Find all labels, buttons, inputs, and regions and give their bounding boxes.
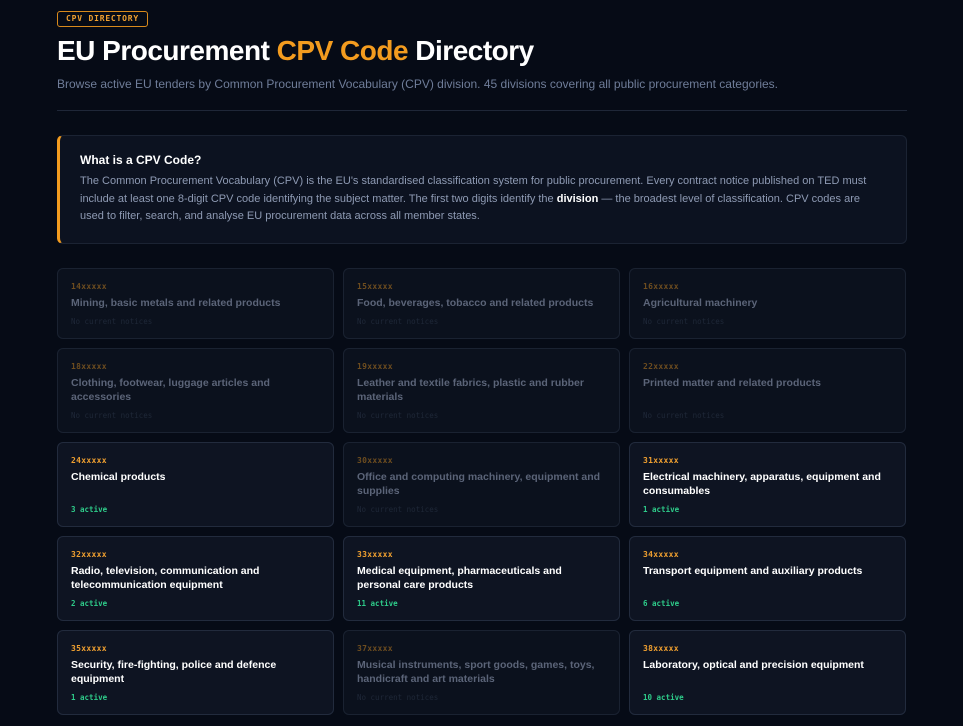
- division-code: 32xxxxx: [71, 550, 107, 559]
- division-code: 33xxxxx: [357, 550, 393, 559]
- division-status: No current notices: [71, 411, 153, 420]
- division-card[interactable]: 15xxxxx Food, beverages, tobacco and rela…: [343, 268, 620, 339]
- division-card[interactable]: 31xxxxx Electrical machinery, apparatus, …: [629, 442, 906, 527]
- division-status: 11 active: [357, 599, 398, 608]
- division-name: Clothing, footwear, luggage articles and…: [71, 377, 270, 403]
- info-body-bold: division: [556, 192, 599, 205]
- division-status: 1 active: [643, 505, 680, 514]
- division-card[interactable]: 18xxxxx Clothing, footwear, luggage artic…: [57, 348, 334, 433]
- division-status: No current notices: [357, 411, 439, 420]
- division-code: 35xxxxx: [71, 644, 107, 653]
- division-card[interactable]: 38xxxxx Laboratory, optical and precision…: [629, 630, 906, 715]
- division-card[interactable]: 22xxxxx Printed matter and related produc…: [629, 348, 906, 433]
- division-status: No current notices: [643, 411, 725, 420]
- division-name: Agricultural machinery: [643, 297, 758, 309]
- page-title: EU Procurement CPV Code Directory: [57, 35, 534, 67]
- page-subtitle: Browse active EU tenders by Common Procu…: [57, 77, 778, 91]
- division-code: 34xxxxx: [643, 550, 679, 559]
- title-part-1: EU Procurement: [57, 35, 277, 66]
- division-status: No current notices: [357, 693, 439, 702]
- cpv-info-box: What is a CPV Code? The Common Procureme…: [57, 135, 907, 244]
- division-status: 1 active: [71, 693, 108, 702]
- info-title: What is a CPV Code?: [80, 153, 202, 167]
- info-body: The Common Procurement Vocabulary (CPV) …: [80, 173, 886, 226]
- title-part-2: Directory: [408, 35, 534, 66]
- division-code: 14xxxxx: [71, 282, 107, 291]
- division-card[interactable]: 35xxxxx Security, fire-fighting, police a…: [57, 630, 334, 715]
- division-status: No current notices: [71, 317, 153, 326]
- division-name: Chemical products: [71, 471, 166, 483]
- division-status: No current notices: [357, 317, 439, 326]
- division-code: 18xxxxx: [71, 362, 107, 371]
- division-name: Radio, television, communication and tel…: [71, 565, 260, 591]
- division-card[interactable]: 19xxxxx Leather and textile fabrics, plas…: [343, 348, 620, 433]
- division-code: 38xxxxx: [643, 644, 679, 653]
- division-card[interactable]: 30xxxxx Office and computing machinery, e…: [343, 442, 620, 527]
- division-name: Mining, basic metals and related product…: [71, 297, 281, 309]
- division-status: No current notices: [643, 317, 725, 326]
- division-name: Musical instruments, sport goods, games,…: [357, 659, 595, 685]
- division-name: Office and computing machinery, equipmen…: [357, 471, 601, 497]
- division-name: Security, fire-fighting, police and defe…: [71, 659, 277, 685]
- division-status: 6 active: [643, 599, 680, 608]
- division-name: Printed matter and related products: [643, 377, 821, 389]
- division-card[interactable]: 24xxxxx Chemical products 3 active: [57, 442, 334, 527]
- header-divider: [57, 110, 907, 111]
- division-name: Leather and textile fabrics, plastic and…: [357, 377, 584, 403]
- division-code: 16xxxxx: [643, 282, 679, 291]
- directory-badge: CPV DIRECTORY: [57, 11, 149, 27]
- division-code: 22xxxxx: [643, 362, 679, 371]
- division-code: 19xxxxx: [357, 362, 393, 371]
- division-code: 31xxxxx: [643, 456, 679, 465]
- division-status: No current notices: [357, 505, 439, 514]
- division-card[interactable]: 32xxxxx Radio, television, communication …: [57, 536, 334, 621]
- division-status: 3 active: [71, 505, 108, 514]
- division-code: 37xxxxx: [357, 644, 393, 653]
- division-status: 2 active: [71, 599, 108, 608]
- division-status: 10 active: [643, 693, 684, 702]
- division-name: Medical equipment, pharmaceuticals and p…: [357, 565, 562, 591]
- division-code: 30xxxxx: [357, 456, 393, 465]
- division-card[interactable]: 16xxxxx Agricultural machinery No current …: [629, 268, 906, 339]
- division-code: 24xxxxx: [71, 456, 107, 465]
- division-card[interactable]: 14xxxxx Mining, basic metals and related …: [57, 268, 334, 339]
- division-card[interactable]: 34xxxxx Transport equipment and auxiliary…: [629, 536, 906, 621]
- division-code: 15xxxxx: [357, 282, 393, 291]
- division-name: Electrical machinery, apparatus, equipme…: [643, 471, 881, 497]
- division-name: Laboratory, optical and precision equipm…: [643, 659, 864, 671]
- division-card[interactable]: 33xxxxx Medical equipment, pharmaceutical…: [343, 536, 620, 621]
- division-name: Transport equipment and auxiliary produc…: [643, 565, 863, 577]
- division-card[interactable]: 37xxxxx Musical instruments, sport goods,…: [343, 630, 620, 715]
- title-accent: CPV Code: [276, 35, 409, 66]
- page: CPV DIRECTORY EU Procurement CPV Code Di…: [0, 0, 963, 726]
- division-name: Food, beverages, tobacco and related pro…: [357, 297, 594, 309]
